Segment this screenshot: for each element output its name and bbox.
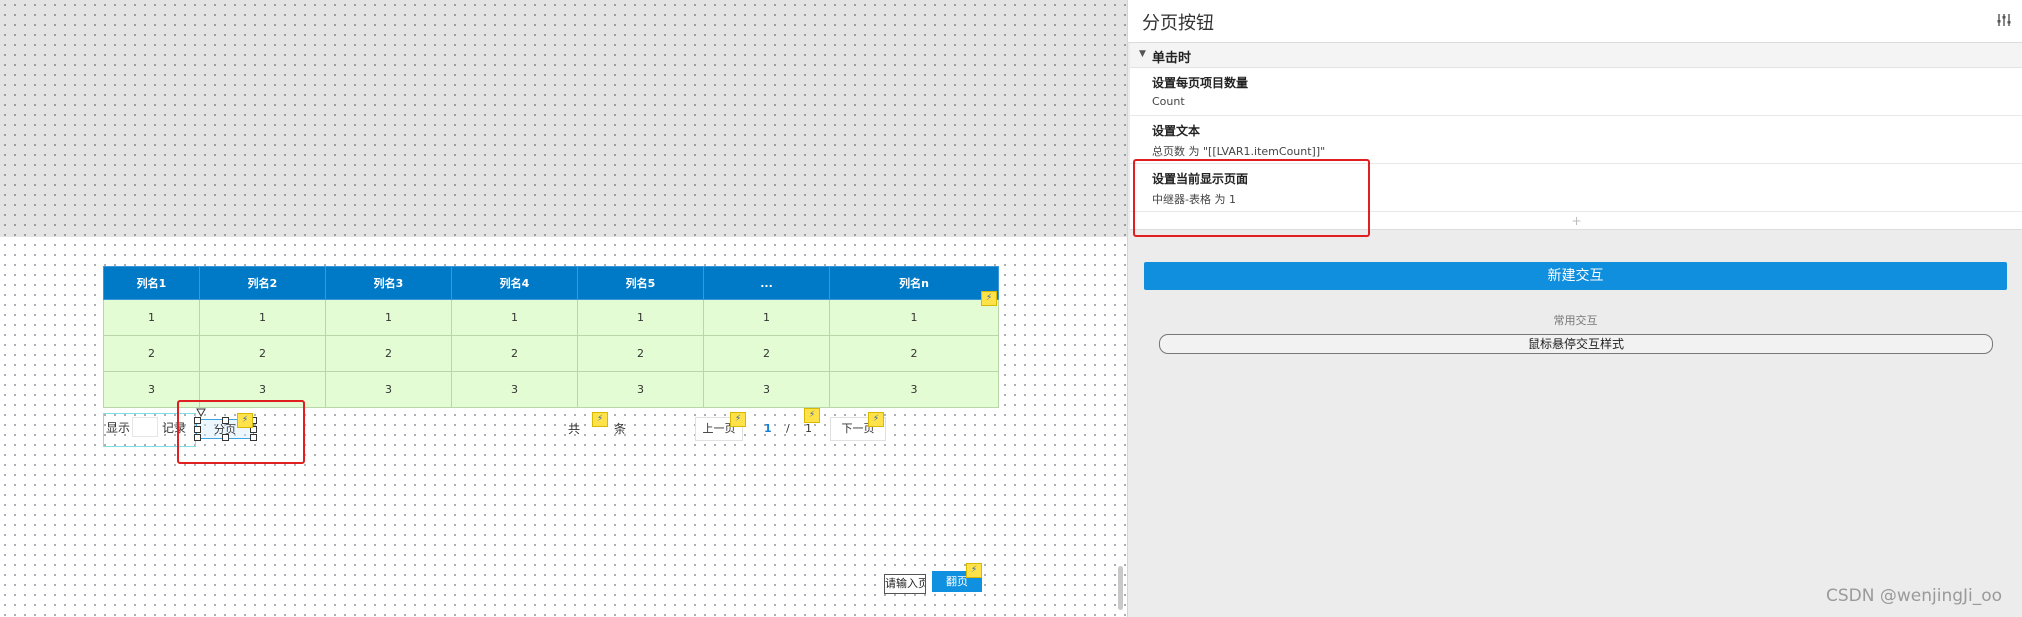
event-label: 单击时 (1152, 51, 1192, 66)
table-cell: 2 (103, 335, 200, 372)
canvas-offpage-grid (0, 0, 1127, 237)
action-detail: Count (1152, 95, 1185, 108)
table-cell: 2 (577, 335, 704, 372)
table-cell: 1 (103, 299, 200, 336)
interaction-bolt-icon[interactable]: ⚡ (592, 412, 608, 427)
settings-sliders-icon[interactable] (1996, 12, 2012, 28)
event-header[interactable]: ▼ 单击时 (1130, 43, 2022, 68)
table-cell: 1 (829, 299, 999, 336)
items-label: 条 (614, 422, 627, 436)
interaction-bolt-icon[interactable]: ⚡ (981, 291, 997, 306)
table-header-cell: ... (703, 266, 830, 300)
table-cell: 1 (451, 299, 578, 336)
table-cell: 1 (325, 299, 452, 336)
table-cell: 1 (577, 299, 704, 336)
table-cell: 1 (703, 299, 830, 336)
total-label: 共 (568, 422, 581, 436)
table-header-cell: 列名5 (577, 266, 704, 300)
jump-page-input[interactable]: 请输入页 (884, 574, 926, 594)
highlight-frame (177, 400, 305, 464)
table-cell: 3 (451, 371, 578, 408)
design-canvas[interactable]: 列名1 列名2 列名3 列名4 列名5 ... 列名n 1 1 1 1 1 1 … (0, 0, 1127, 617)
interaction-bolt-icon[interactable]: ⚡ (730, 412, 746, 427)
highlight-frame (1133, 159, 1370, 237)
table-header-row: 列名1 列名2 列名3 列名4 列名5 ... 列名n (103, 266, 999, 300)
interactions-panel: 分页按钮 ▼ 单击时 设置每页项目数量 Count 设置文本 总页数 为 "[[… (1127, 0, 2022, 617)
action-detail: 总页数 为 "[[LVAR1.itemCount]]" (1152, 145, 1326, 158)
table-row[interactable]: 2 2 2 2 2 2 2 (103, 335, 999, 372)
table-cell: 3 (829, 371, 999, 408)
table-row[interactable]: 1 1 1 1 1 1 1 (103, 299, 999, 336)
action-title: 设置每页项目数量 (1152, 76, 1249, 90)
table-cell: 1 (199, 299, 326, 336)
show-label: 显示 (106, 421, 131, 435)
interaction-bolt-icon[interactable]: ⚡ (804, 408, 820, 423)
table-cell: 3 (577, 371, 704, 408)
interaction-bolt-icon[interactable]: ⚡ (966, 563, 982, 578)
table-cell: 2 (199, 335, 326, 372)
action-item[interactable]: 设置每页项目数量 Count (1130, 68, 2022, 116)
action-title: 设置文本 (1152, 124, 1201, 138)
canvas-offpage-area (0, 0, 1127, 237)
watermark: CSDN @wenjingJi_oo (1826, 586, 2003, 606)
common-interactions-label: 常用交互 (1553, 314, 1598, 327)
interaction-bolt-icon[interactable]: ⚡ (868, 412, 884, 427)
table-header-cell: 列名1 (103, 266, 200, 300)
table-header-cell: 列名4 (451, 266, 578, 300)
action-item[interactable]: 设置文本 总页数 为 "[[LVAR1.itemCount]]" (1130, 116, 2022, 164)
table-header-cell: 列名3 (325, 266, 452, 300)
table-header-cell: 列名2 (199, 266, 326, 300)
current-page: 1 (764, 422, 772, 435)
table-cell: 2 (829, 335, 999, 372)
repeater-table[interactable]: 列名1 列名2 列名3 列名4 列名5 ... 列名n 1 1 1 1 1 1 … (103, 266, 999, 408)
page-size-input[interactable] (132, 417, 158, 437)
panel-header: 分页按钮 (1128, 0, 2022, 43)
table-cell: 2 (703, 335, 830, 372)
page-separator: / (786, 422, 790, 435)
collapse-caret-icon[interactable]: ▼ (1139, 49, 1146, 59)
table-cell: 2 (325, 335, 452, 372)
table-cell: 3 (703, 371, 830, 408)
table-cell: 3 (325, 371, 452, 408)
panel-title: 分页按钮 (1142, 13, 1214, 34)
table-header-cell: 列名n (829, 266, 999, 300)
total-pages: 1 (805, 422, 812, 435)
canvas-scrollbar[interactable] (1118, 566, 1123, 610)
new-interaction-button[interactable]: 新建交互 (1144, 262, 2007, 290)
hover-style-button[interactable]: 鼠标悬停交互样式 (1159, 334, 1993, 354)
table-cell: 2 (451, 335, 578, 372)
